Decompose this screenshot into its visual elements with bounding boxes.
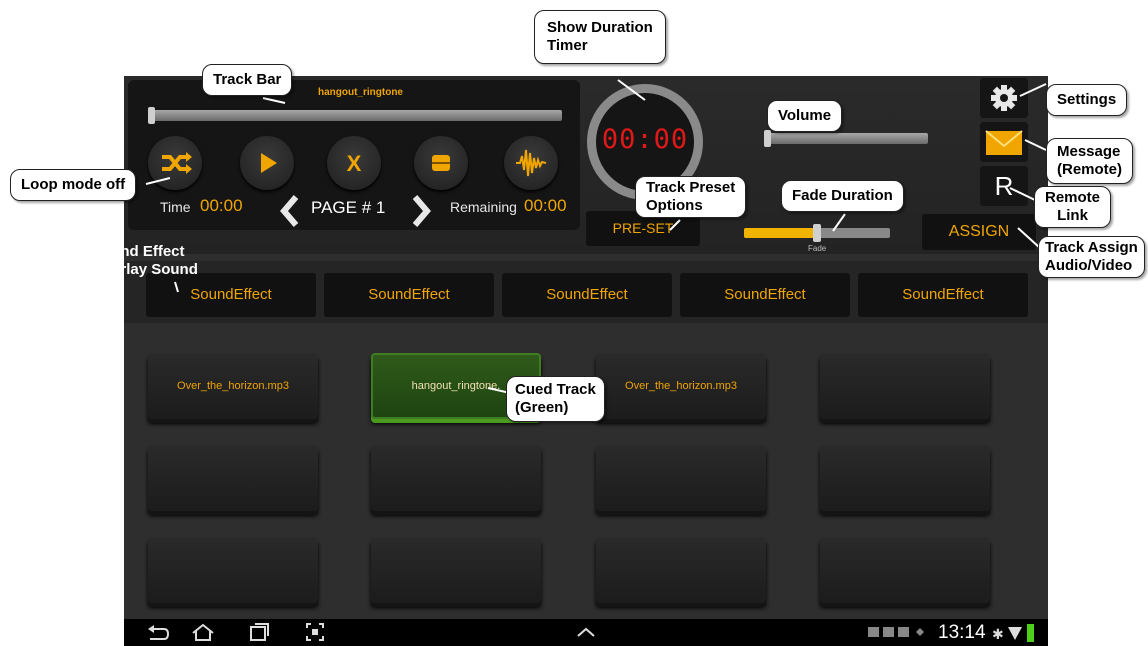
callout-line: Link (1057, 207, 1088, 224)
callout-loop-mode: Loop mode off (10, 169, 137, 201)
callout-show-duration-timer: Show Duration Timer (534, 10, 666, 64)
callout-leader-lines (145, 79, 1047, 394)
callout-line: (Green) (515, 399, 569, 416)
callout-fade-duration: Fade Duration (781, 180, 904, 212)
callout-line: Options (646, 197, 703, 214)
callout-line: Remote (1045, 189, 1101, 206)
callout-track-assign: Track Assign Audio/Video (1038, 236, 1145, 278)
callout-line: Show Duration (547, 19, 653, 36)
callout-line: Track Preset (646, 179, 736, 196)
callout-cued-track: Cued Track (Green) (506, 376, 605, 422)
callout-line: Cued Track (515, 381, 596, 398)
callout-line: Audio/Video (1045, 257, 1133, 274)
callout-remote-link: Remote Link (1034, 186, 1112, 228)
callout-line: Sound Effect (92, 243, 185, 260)
callout-settings: Settings (1046, 84, 1128, 116)
callout-line: Overlay Sound (92, 261, 198, 278)
callout-line: Timer (547, 37, 588, 54)
callout-volume: Volume (767, 100, 843, 132)
callout-line: (Remote) (1057, 161, 1123, 178)
callout-line: Track Assign (1045, 239, 1138, 256)
callout-track-bar: Track Bar (202, 64, 293, 96)
callout-line: Message (1057, 143, 1121, 160)
callout-track-preset: Track Preset Options (635, 176, 747, 218)
callout-sound-effect: Sound Effect Overlay Sound (92, 243, 198, 279)
callout-message: Message (Remote) (1046, 138, 1134, 184)
